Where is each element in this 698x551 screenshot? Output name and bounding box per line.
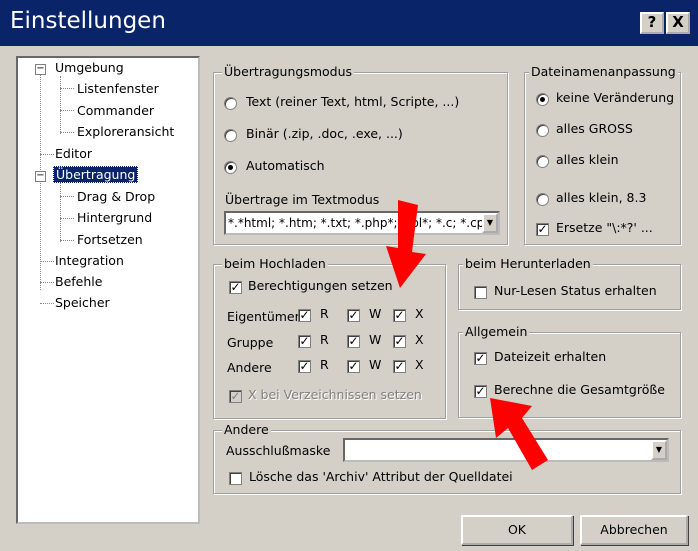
chevron-down-icon[interactable]: ▼ [651,440,667,460]
tree-item-speicher[interactable]: Speicher [55,295,110,310]
help-button[interactable]: ? [640,12,664,34]
ok-button[interactable]: OK [461,515,573,545]
radio-lower-83-label: alles klein, 8.3 [556,190,647,205]
perm-owner-w[interactable]: ✓ [347,309,360,322]
group-title: Allgemein [463,324,530,339]
set-perms-label: Berechtigungen setzen [248,278,393,293]
radio-lower[interactable] [536,155,549,168]
perm-group-x[interactable]: ✓ [393,335,406,348]
radio-upper[interactable] [536,124,549,137]
close-button[interactable]: X [666,12,690,34]
tree-item-umgebung[interactable]: Umgebung [55,60,124,75]
perm-w-label: W [369,332,382,347]
mask-label: Ausschlußmaske [226,443,331,458]
perm-r-label: R [320,332,329,347]
group-title: Andere [222,422,271,437]
radio-no-change-label: keine Veränderung [556,90,675,105]
replace-checkbox[interactable]: ✓ [536,223,549,236]
radio-binary[interactable] [224,129,237,142]
readonly-checkbox[interactable] [474,286,487,299]
replace-label: Ersetze "\:*?' ... [556,220,653,235]
group-title: beim Herunterladen [463,256,593,271]
tree-item-commander[interactable]: Commander [77,103,154,118]
radio-lower-label: alles klein [556,152,619,167]
perm-x-label: X [415,332,424,347]
dirs-x-label: X bei Verzeichnissen setzen [248,387,422,402]
group-title: beim Hochladen [222,256,328,271]
group-title: Dateinamenanpassung [529,64,678,79]
perm-row-other-label: Andere [227,360,272,375]
window-title: Einstellungen [10,8,166,34]
perm-row-group-label: Gruppe [227,335,274,350]
chevron-down-icon[interactable]: ▼ [482,213,498,233]
radio-auto[interactable] [224,161,237,174]
keep-time-label: Dateizeit erhalten [494,349,607,364]
perm-owner-x[interactable]: ✓ [393,309,406,322]
perm-group-r[interactable]: ✓ [298,335,311,348]
radio-lower-83[interactable] [536,193,549,206]
perm-x-label: X [415,306,424,321]
collapse-icon[interactable]: − [35,64,46,75]
perm-row-owner-label: Eigentümer [227,309,300,324]
keep-time-checkbox[interactable]: ✓ [474,352,487,365]
group-title: Übertragungsmodus [222,64,355,79]
annotation-arrow-down-icon [386,200,426,288]
perm-group-w[interactable]: ✓ [347,335,360,348]
perm-other-x[interactable]: ✓ [393,360,406,373]
text-mode-combo[interactable]: *.*html; *.htm; *.txt; *.php*; *.pl*; *.… [224,211,500,235]
tree-item-fortsetzen[interactable]: Fortsetzen [77,232,143,247]
perm-w-label: W [369,357,382,372]
title-bar: Einstellungen ? X [0,0,698,46]
radio-auto-label: Automatisch [246,158,325,173]
readonly-label: Nur-Lesen Status erhalten [494,283,657,298]
tree-item-uebertragung[interactable]: Übertragung [53,166,139,183]
perm-owner-r[interactable]: ✓ [298,309,311,322]
perm-x-label: X [415,357,424,372]
archive-label: Lösche das 'Archiv' Attribut der Quellda… [249,469,513,484]
radio-no-change[interactable] [536,93,549,106]
tree-item-exploreransicht[interactable]: Exploreransicht [77,124,174,139]
perm-r-label: R [320,357,329,372]
radio-text[interactable] [224,97,237,110]
text-mode-value: *.*html; *.htm; *.txt; *.php*; *.pl*; *.… [228,216,492,230]
set-perms-checkbox[interactable]: ✓ [229,281,242,294]
tree-item-integration[interactable]: Integration [55,253,124,268]
archive-checkbox[interactable] [229,472,242,485]
tree-item-editor[interactable]: Editor [55,146,92,161]
perm-w-label: W [369,306,382,321]
perm-other-w[interactable]: ✓ [347,360,360,373]
dirs-x-checkbox: ✓ [229,389,242,403]
cancel-button[interactable]: Abbrechen [580,515,688,545]
tree-item-befehle[interactable]: Befehle [55,274,102,289]
radio-text-label: Text (reiner Text, html, Scripte, ...) [246,94,460,109]
radio-upper-label: alles GROSS [556,121,633,136]
tree-item-drag-drop[interactable]: Drag & Drop [77,189,155,204]
tree-item-listenfenster[interactable]: Listenfenster [77,81,159,96]
text-mode-label: Übertrage im Textmodus [225,192,380,207]
collapse-icon[interactable]: − [35,171,46,182]
tree-item-hintergrund[interactable]: Hintergrund [77,210,152,225]
perm-r-label: R [320,306,329,321]
settings-tree[interactable]: − Umgebung Listenfenster Commander Explo… [16,56,200,524]
annotation-arrow-up-icon [490,398,548,470]
perm-other-r[interactable]: ✓ [298,360,311,373]
radio-binary-label: Binär (.zip, .doc, .exe, ...) [246,126,403,141]
